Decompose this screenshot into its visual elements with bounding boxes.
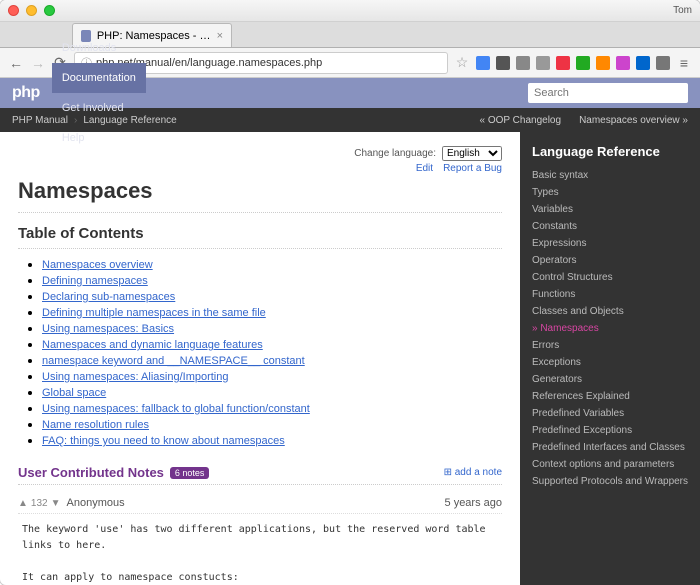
site-search-input[interactable] — [528, 83, 688, 103]
maximize-window-button[interactable] — [44, 5, 55, 16]
sidebar-item-exceptions[interactable]: Exceptions — [520, 354, 700, 371]
minimize-window-button[interactable] — [26, 5, 37, 16]
toc-heading: Table of Contents — [18, 225, 502, 249]
nav-item-documentation[interactable]: Documentation — [52, 63, 146, 93]
ext-icon[interactable] — [576, 56, 590, 70]
language-select[interactable]: English — [442, 146, 502, 161]
site-nav: php DownloadsDocumentationGet InvolvedHe… — [0, 78, 700, 108]
ext-icon[interactable] — [516, 56, 530, 70]
toc-link[interactable]: Declaring sub-namespaces — [42, 291, 175, 303]
toc-link[interactable]: Namespaces and dynamic language features — [42, 339, 263, 351]
ext-icon[interactable] — [636, 56, 650, 70]
toc-link[interactable]: Global space — [42, 387, 106, 399]
toc-link[interactable]: Name resolution rules — [42, 419, 149, 431]
toc-link[interactable]: Defining multiple namespaces in the same… — [42, 307, 266, 319]
sidebar-item-classes-and-objects[interactable]: Classes and Objects — [520, 303, 700, 320]
toc-list: Namespaces overview Defining namespaces De… — [18, 257, 502, 447]
note-age: 5 years ago — [445, 497, 502, 509]
extension-icons — [476, 56, 670, 70]
user-note: ▲132▼ Anonymous 5 years ago The keyword … — [18, 493, 502, 585]
note-score: 132 — [31, 498, 48, 509]
close-tab-icon[interactable]: × — [217, 30, 223, 42]
edit-link[interactable]: Edit — [416, 163, 433, 174]
window-user-label: Tom — [673, 5, 692, 16]
toc-link[interactable]: Using namespaces: fallback to global fun… — [42, 403, 310, 415]
sidebar-item-control-structures[interactable]: Control Structures — [520, 269, 700, 286]
page-title: Namespaces — [18, 178, 502, 213]
notes-heading: User Contributed Notes — [18, 465, 164, 480]
sidebar-item-operators[interactable]: Operators — [520, 252, 700, 269]
back-button[interactable]: ← — [8, 55, 24, 71]
toc-link[interactable]: namespace keyword and __NAMESPACE__ cons… — [42, 355, 305, 367]
notes-count-badge: 6 notes — [170, 467, 210, 479]
sidebar: Language Reference Basic syntaxTypesVari… — [520, 132, 700, 585]
forward-button[interactable]: → — [30, 55, 46, 71]
traffic-lights — [8, 5, 55, 16]
ext-icon[interactable] — [656, 56, 670, 70]
toc-link[interactable]: Using namespaces: Basics — [42, 323, 174, 335]
sidebar-item-functions[interactable]: Functions — [520, 286, 700, 303]
prev-link[interactable]: « OOP Changelog — [480, 115, 562, 126]
ext-icon[interactable] — [536, 56, 550, 70]
sidebar-item-errors[interactable]: Errors — [520, 337, 700, 354]
sidebar-item-predefined-interfaces-and-classes[interactable]: Predefined Interfaces and Classes — [520, 439, 700, 456]
crumb-link[interactable]: PHP Manual — [12, 115, 68, 126]
crumb-link[interactable]: Language Reference — [83, 115, 176, 126]
sidebar-item-supported-protocols-and-wrappers[interactable]: Supported Protocols and Wrappers — [520, 473, 700, 490]
note-body: The keyword 'use' has two different appl… — [18, 514, 502, 585]
toc-link[interactable]: Namespaces overview — [42, 259, 153, 271]
report-bug-link[interactable]: Report a Bug — [443, 163, 502, 174]
downvote-icon[interactable]: ▼ — [51, 498, 61, 509]
ext-icon[interactable] — [616, 56, 630, 70]
add-note-link[interactable]: add a note — [444, 467, 502, 478]
ext-icon[interactable] — [496, 56, 510, 70]
toc-link[interactable]: Defining namespaces — [42, 275, 148, 287]
window-titlebar: Tom — [0, 0, 700, 22]
php-logo[interactable]: php — [12, 84, 40, 102]
close-window-button[interactable] — [8, 5, 19, 16]
sidebar-title: Language Reference — [520, 142, 700, 167]
menu-icon[interactable]: ≡ — [676, 55, 692, 71]
sidebar-item-references-explained[interactable]: References Explained — [520, 388, 700, 405]
ext-icon[interactable] — [556, 56, 570, 70]
toc-link[interactable]: Using namespaces: Aliasing/Importing — [42, 371, 228, 383]
ext-icon[interactable] — [476, 56, 490, 70]
upvote-icon[interactable]: ▲ — [18, 498, 28, 509]
sidebar-item-predefined-variables[interactable]: Predefined Variables — [520, 405, 700, 422]
change-language-label: Change language: — [354, 148, 436, 159]
sidebar-item-generators[interactable]: Generators — [520, 371, 700, 388]
note-author: Anonymous — [67, 497, 125, 509]
sidebar-item-types[interactable]: Types — [520, 184, 700, 201]
nav-item-downloads[interactable]: Downloads — [52, 33, 146, 63]
sidebar-item-namespaces[interactable]: » Namespaces — [520, 320, 700, 337]
sidebar-item-predefined-exceptions[interactable]: Predefined Exceptions — [520, 422, 700, 439]
toc-link[interactable]: FAQ: things you need to know about names… — [42, 435, 285, 447]
main-content: Change language: English Edit Report a B… — [0, 132, 520, 585]
sidebar-item-constants[interactable]: Constants — [520, 218, 700, 235]
sidebar-item-basic-syntax[interactable]: Basic syntax — [520, 167, 700, 184]
ext-icon[interactable] — [596, 56, 610, 70]
sidebar-item-context-options-and-parameters[interactable]: Context options and parameters — [520, 456, 700, 473]
sidebar-item-expressions[interactable]: Expressions — [520, 235, 700, 252]
next-link[interactable]: Namespaces overview » — [579, 115, 688, 126]
bookmark-icon[interactable]: ☆ — [454, 55, 470, 71]
sidebar-item-variables[interactable]: Variables — [520, 201, 700, 218]
